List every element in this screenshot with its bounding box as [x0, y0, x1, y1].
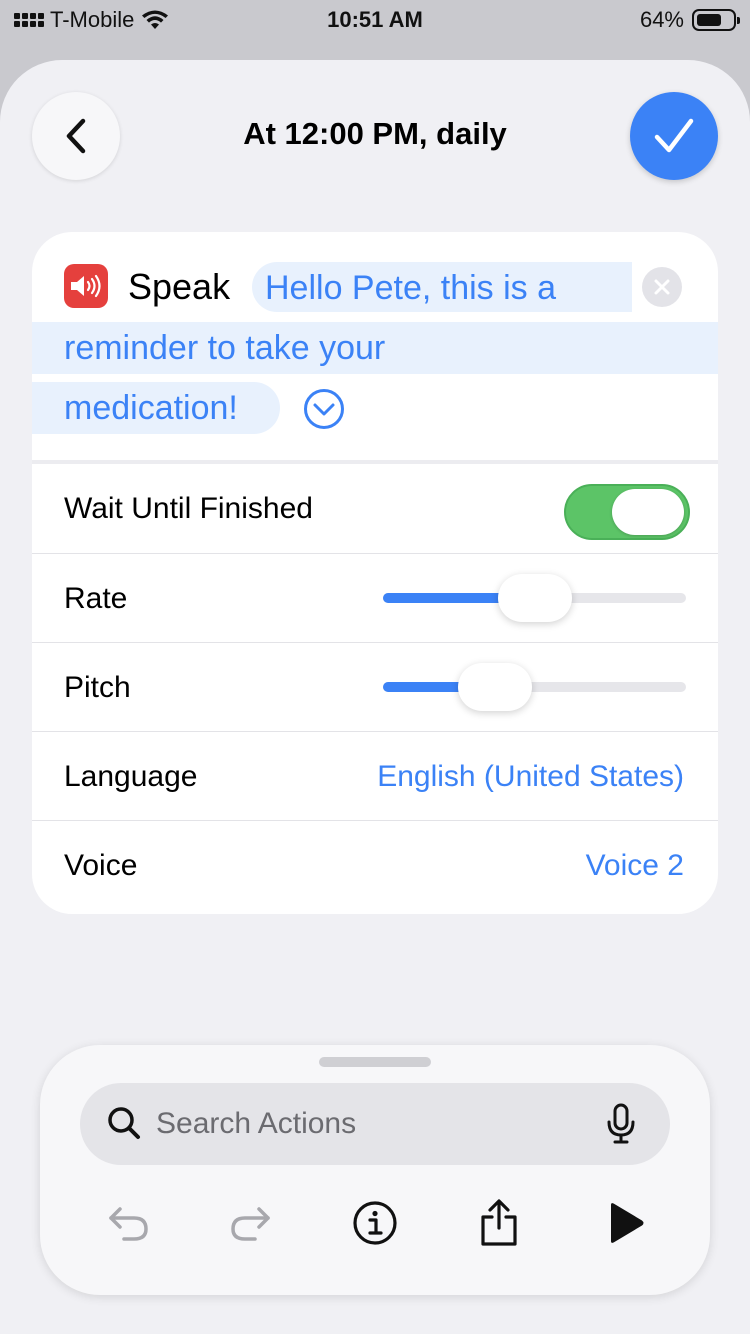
- speak-action-card: Speak Hello Pete, this is a reminder to …: [32, 232, 718, 914]
- language-row[interactable]: Language English (United States): [32, 731, 718, 820]
- speak-action-header: Speak Hello Pete, this is a reminder to …: [32, 232, 718, 464]
- run-button[interactable]: [596, 1195, 656, 1251]
- wait-until-finished-toggle[interactable]: [564, 484, 690, 540]
- speak-text-line[interactable]: Hello Pete, this is a: [265, 269, 556, 308]
- language-value[interactable]: English (United States): [377, 760, 684, 794]
- checkmark-icon: [654, 118, 694, 153]
- rate-label: Rate: [64, 582, 128, 615]
- redo-button[interactable]: [221, 1195, 281, 1251]
- action-label: Speak: [128, 266, 231, 307]
- back-button[interactable]: [32, 92, 120, 180]
- chevron-left-icon: [66, 118, 86, 154]
- info-icon: [353, 1201, 397, 1245]
- toggle-knob: [612, 489, 684, 535]
- drag-handle[interactable]: [319, 1057, 431, 1067]
- slider-knob[interactable]: [497, 574, 572, 622]
- speaker-icon: [64, 264, 108, 308]
- battery-percent: 64%: [639, 7, 684, 32]
- expand-options-button[interactable]: [303, 388, 345, 430]
- wait-until-finished-label: Wait Until Finished: [64, 492, 313, 525]
- share-button[interactable]: [469, 1195, 529, 1251]
- page-title: At 12:00 PM, daily: [243, 116, 507, 151]
- play-icon: [611, 1203, 644, 1243]
- share-icon: [481, 1199, 517, 1246]
- undo-icon: [109, 1207, 148, 1241]
- speak-text-line[interactable]: medication!: [64, 389, 238, 428]
- status-bar: T-Mobile 10:51 AM 64%: [0, 0, 750, 42]
- voice-value[interactable]: Voice 2: [586, 849, 684, 883]
- language-label: Language: [64, 760, 198, 793]
- chevron-down-circle-icon: [304, 389, 344, 429]
- search-input[interactable]: [156, 1099, 576, 1149]
- info-button[interactable]: [345, 1195, 405, 1251]
- status-right: 64%: [639, 7, 740, 33]
- undo-button[interactable]: [98, 1195, 158, 1251]
- clear-icon: [654, 279, 670, 295]
- pitch-slider[interactable]: [383, 663, 686, 711]
- wait-until-finished-row: Wait Until Finished: [32, 464, 718, 553]
- voice-label: Voice: [64, 849, 138, 882]
- battery-icon: [692, 9, 740, 31]
- clear-text-button[interactable]: [642, 267, 682, 307]
- status-time: 10:51 AM: [327, 7, 423, 32]
- search-bar[interactable]: [80, 1083, 670, 1165]
- redo-icon: [231, 1207, 270, 1241]
- pitch-label: Pitch: [64, 671, 131, 704]
- microphone-icon[interactable]: [606, 1103, 636, 1145]
- rate-row: Rate: [32, 553, 718, 642]
- search-icon: [108, 1107, 140, 1139]
- done-button[interactable]: [630, 92, 718, 180]
- speak-text-line[interactable]: reminder to take your: [64, 329, 385, 368]
- action-search-panel: [40, 1045, 710, 1295]
- pitch-row: Pitch: [32, 642, 718, 731]
- slider-knob[interactable]: [458, 663, 533, 711]
- rate-slider[interactable]: [383, 574, 686, 622]
- voice-row[interactable]: Voice Voice 2: [32, 820, 718, 909]
